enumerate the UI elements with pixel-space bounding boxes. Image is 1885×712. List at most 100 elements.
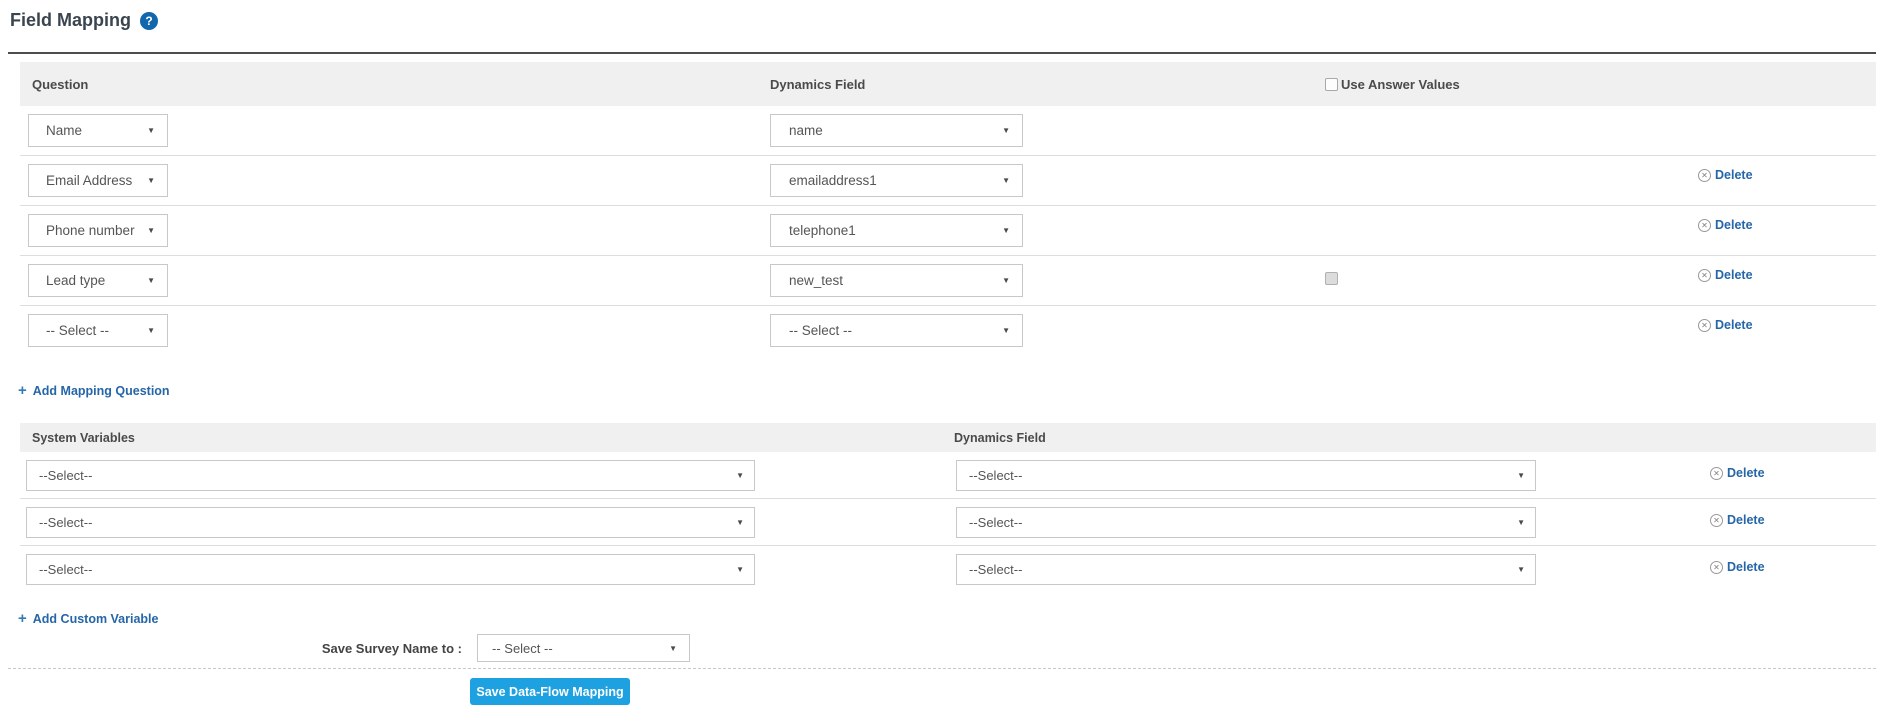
dynamics-field-select-value: name (789, 123, 823, 138)
chevron-down-icon: ▼ (1002, 176, 1010, 185)
system-table-header: System Variables Dynamics Field (20, 423, 1876, 452)
system-variable-select[interactable]: --Select-- ▼ (26, 460, 755, 491)
system-variable-row: --Select-- ▼ --Select-- ▼ ✕ Delete (20, 452, 1876, 499)
column-header-system-variables: System Variables (32, 423, 135, 452)
delete-icon: ✕ (1710, 561, 1723, 574)
question-select[interactable]: Lead type ▼ (28, 264, 168, 297)
page-header: Field Mapping ? (10, 10, 158, 31)
delete-label: Delete (1715, 318, 1753, 332)
chevron-down-icon: ▼ (669, 644, 677, 653)
dynamics-field-select-value: new_test (789, 273, 843, 288)
save-data-flow-mapping-button[interactable]: Save Data-Flow Mapping (470, 678, 630, 705)
question-select-value: -- Select -- (46, 323, 109, 338)
dashed-divider (8, 668, 1876, 669)
chevron-down-icon: ▼ (736, 518, 744, 527)
delete-icon: ✕ (1698, 219, 1711, 232)
question-select[interactable]: -- Select -- ▼ (28, 314, 168, 347)
mapping-row: -- Select -- ▼ -- Select -- ▼ ✕ Delete (20, 306, 1876, 356)
chevron-down-icon: ▼ (1517, 518, 1525, 527)
dynamics-field-select-value: telephone1 (789, 223, 856, 238)
plus-icon: + (18, 384, 27, 398)
delete-link[interactable]: ✕ Delete (1698, 218, 1753, 232)
dynamics-field-select[interactable]: --Select-- ▼ (956, 460, 1536, 491)
delete-icon: ✕ (1710, 514, 1723, 527)
system-variable-select-value: --Select-- (39, 468, 92, 483)
delete-label: Delete (1715, 168, 1753, 182)
dynamics-field-select[interactable]: --Select-- ▼ (956, 507, 1536, 538)
delete-icon: ✕ (1698, 269, 1711, 282)
add-custom-variable-label: Add Custom Variable (33, 612, 159, 626)
chevron-down-icon: ▼ (736, 565, 744, 574)
mapping-row: Phone number ▼ telephone1 ▼ ✕ Delete (20, 206, 1876, 256)
system-variable-select-value: --Select-- (39, 562, 92, 577)
add-mapping-question-label: Add Mapping Question (33, 384, 170, 398)
delete-label: Delete (1727, 560, 1765, 574)
chevron-down-icon: ▼ (1002, 326, 1010, 335)
question-select[interactable]: Phone number ▼ (28, 214, 168, 247)
chevron-down-icon: ▼ (147, 226, 155, 235)
system-variable-row: --Select-- ▼ --Select-- ▼ ✕ Delete (20, 499, 1876, 546)
dynamics-field-select[interactable]: -- Select -- ▼ (770, 314, 1023, 347)
dynamics-field-select[interactable]: emailaddress1 ▼ (770, 164, 1023, 197)
field-mapping-page: Field Mapping ? Question Dynamics Field … (0, 0, 1885, 712)
dynamics-field-select[interactable]: --Select-- ▼ (956, 554, 1536, 585)
mapping-row: Lead type ▼ new_test ▼ ✕ Delete (20, 256, 1876, 306)
dynamics-field-select[interactable]: telephone1 ▼ (770, 214, 1023, 247)
column-header-dynamics-field: Dynamics Field (770, 62, 865, 106)
use-answer-values-label: Use Answer Values (1341, 77, 1460, 92)
dynamics-field-select-value: --Select-- (969, 562, 1022, 577)
system-variable-select[interactable]: --Select-- ▼ (26, 554, 755, 585)
delete-icon: ✕ (1710, 467, 1723, 480)
page-title: Field Mapping (10, 10, 131, 31)
delete-link[interactable]: ✕ Delete (1710, 466, 1765, 480)
column-header-use-answer-values: Use Answer Values (1325, 62, 1460, 106)
system-variable-select[interactable]: --Select-- ▼ (26, 507, 755, 538)
chevron-down-icon: ▼ (1002, 276, 1010, 285)
mapping-row: Name ▼ name ▼ (20, 106, 1876, 156)
dynamics-field-select-value: --Select-- (969, 468, 1022, 483)
use-answer-values-row-checkbox[interactable] (1325, 272, 1338, 285)
chevron-down-icon: ▼ (1002, 226, 1010, 235)
column-header-question: Question (32, 62, 88, 106)
header-divider (8, 52, 1876, 54)
chevron-down-icon: ▼ (736, 471, 744, 480)
system-variable-row: --Select-- ▼ --Select-- ▼ ✕ Delete (20, 546, 1876, 593)
help-icon[interactable]: ? (140, 12, 158, 30)
chevron-down-icon: ▼ (1002, 126, 1010, 135)
delete-link[interactable]: ✕ Delete (1710, 513, 1765, 527)
chevron-down-icon: ▼ (147, 176, 155, 185)
add-mapping-question-link[interactable]: + Add Mapping Question (18, 384, 170, 398)
chevron-down-icon: ▼ (147, 326, 155, 335)
question-select-value: Lead type (46, 273, 105, 288)
question-select-value: Email Address (46, 173, 132, 188)
question-select-value: Phone number (46, 223, 135, 238)
delete-label: Delete (1715, 218, 1753, 232)
delete-link[interactable]: ✕ Delete (1698, 268, 1753, 282)
delete-link[interactable]: ✕ Delete (1698, 318, 1753, 332)
chevron-down-icon: ▼ (147, 126, 155, 135)
delete-label: Delete (1715, 268, 1753, 282)
column-header-dynamics-field: Dynamics Field (954, 423, 1046, 452)
dynamics-field-select[interactable]: name ▼ (770, 114, 1023, 147)
question-select[interactable]: Name ▼ (28, 114, 168, 147)
dynamics-field-select-value: -- Select -- (789, 323, 852, 338)
delete-icon: ✕ (1698, 169, 1711, 182)
chevron-down-icon: ▼ (1517, 471, 1525, 480)
dynamics-field-select[interactable]: new_test ▼ (770, 264, 1023, 297)
question-select[interactable]: Email Address ▼ (28, 164, 168, 197)
delete-link[interactable]: ✕ Delete (1698, 168, 1753, 182)
use-answer-values-checkbox[interactable] (1325, 78, 1338, 91)
delete-icon: ✕ (1698, 319, 1711, 332)
chevron-down-icon: ▼ (1517, 565, 1525, 574)
plus-icon: + (18, 612, 27, 626)
add-custom-variable-link[interactable]: + Add Custom Variable (18, 612, 159, 626)
chevron-down-icon: ▼ (147, 276, 155, 285)
delete-link[interactable]: ✕ Delete (1710, 560, 1765, 574)
question-select-value: Name (46, 123, 82, 138)
dynamics-field-select-value: emailaddress1 (789, 173, 877, 188)
save-survey-name-select-value: -- Select -- (492, 641, 553, 656)
question-mapping-table: Question Dynamics Field Use Answer Value… (20, 62, 1876, 356)
question-table-header: Question Dynamics Field Use Answer Value… (20, 62, 1876, 106)
system-variable-select-value: --Select-- (39, 515, 92, 530)
save-survey-name-select[interactable]: -- Select -- ▼ (477, 634, 690, 662)
